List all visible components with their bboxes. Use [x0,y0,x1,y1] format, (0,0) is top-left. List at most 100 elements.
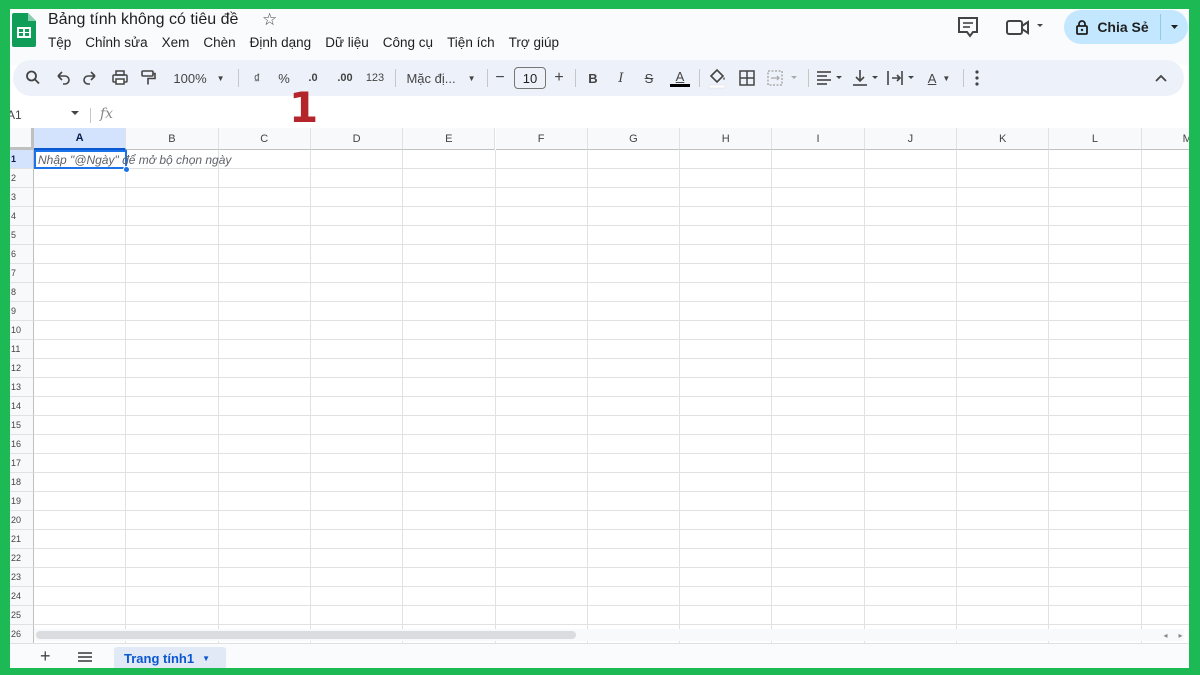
row-header-19[interactable]: 19 [10,492,34,511]
text-wrapping-icon[interactable] [885,60,917,96]
horizontal-align-icon[interactable] [815,60,845,96]
row-header-17[interactable]: 17 [10,454,34,473]
row-header-6[interactable]: 6 [10,245,34,264]
scroll-left-icon[interactable]: ◂ [1163,631,1167,640]
row-header-16[interactable]: 16 [10,435,34,454]
star-icon[interactable]: ☆ [262,10,277,30]
vertical-align-icon[interactable] [851,60,881,96]
row-header-13[interactable]: 13 [10,378,34,397]
menu-file[interactable]: Tệp [48,35,78,50]
column-header-g[interactable]: G [587,128,681,150]
menu-view[interactable]: Xem [162,35,197,50]
collapse-toolbar-icon[interactable] [1153,60,1169,96]
text-color-button[interactable]: A [669,60,691,96]
all-sheets-menu-icon[interactable] [77,651,93,663]
sheet-tab[interactable]: Trang tính1 ▼ [114,647,226,668]
comment-history-icon[interactable] [954,15,982,39]
undo-icon[interactable] [55,60,71,96]
column-header-a[interactable]: A [34,128,127,150]
row-header-12[interactable]: 12 [10,359,34,378]
column-header-f[interactable]: F [495,128,588,150]
scroll-arrows[interactable]: ◂ ▸ [1158,629,1188,641]
redo-icon[interactable] [82,60,98,96]
font-size-input[interactable]: 10 [514,67,546,89]
italic-button[interactable]: I [613,60,629,96]
column-header-e[interactable]: E [403,128,496,150]
column-header-i[interactable]: I [772,128,865,150]
row-header-5[interactable]: 5 [10,226,34,245]
column-header-m[interactable]: M [1141,128,1189,150]
row-header-9[interactable]: 9 [10,302,34,321]
lock-icon [1076,20,1089,35]
row-header-2[interactable]: 2 [10,169,34,188]
bold-button[interactable]: B [585,60,601,96]
search-menus-icon[interactable] [25,60,41,96]
paint-format-icon[interactable] [140,60,156,96]
zoom-select[interactable]: 100% ▼ [168,60,230,96]
menu-tools[interactable]: Công cụ [383,35,440,50]
toolbar-divider [238,69,239,87]
fill-handle[interactable] [123,166,130,173]
chevron-down-icon[interactable]: ▼ [202,654,210,663]
merge-cells-icon[interactable] [766,60,802,96]
row-header-14[interactable]: 14 [10,397,34,416]
row-header-8[interactable]: 8 [10,283,34,302]
more-formats-button[interactable]: 123 [363,60,387,96]
select-all-corner[interactable] [10,128,34,150]
name-box[interactable]: A1 [10,108,22,122]
spreadsheet-grid[interactable]: A B C D E F G H I J K L M 1 2 3 4 5 6 7 8 9 10 11 12 13 14 15 16 17 18… [10,128,1189,648]
meet-icon[interactable] [1004,15,1048,39]
menu-edit[interactable]: Chỉnh sửa [85,35,154,50]
chevron-down-icon[interactable] [70,106,80,120]
date-picker-hint: Nhập "@Ngày" để mở bộ chọn ngày [38,153,232,167]
menu-help[interactable]: Trợ giúp [509,35,566,50]
menu-insert[interactable]: Chèn [203,35,242,50]
row-header-4[interactable]: 4 [10,207,34,226]
currency-format-button[interactable]: ₫ [249,60,265,96]
row-header-24[interactable]: 24 [10,587,34,606]
grid-row-line [34,624,1189,625]
row-header-26[interactable]: 26 [10,625,34,644]
row-header-7[interactable]: 7 [10,264,34,283]
menu-format[interactable]: Định dạng [250,35,319,50]
decrease-font-size-button[interactable]: − [493,60,507,96]
horizontal-scrollbar[interactable] [34,629,1184,641]
share-button[interactable]: Chia Sẻ [1064,10,1160,44]
row-header-11[interactable]: 11 [10,340,34,359]
font-family-select[interactable]: Mặc đị... ▼ [403,60,479,96]
share-dropdown-icon[interactable] [1161,10,1188,44]
column-header-h[interactable]: H [680,128,773,150]
row-header-1[interactable]: 1 [10,150,34,169]
row-header-25[interactable]: 25 [10,606,34,625]
column-header-b[interactable]: B [126,128,219,150]
column-header-d[interactable]: D [310,128,404,150]
more-options-icon[interactable] [971,60,983,96]
row-header-22[interactable]: 22 [10,549,34,568]
row-header-15[interactable]: 15 [10,416,34,435]
document-title[interactable]: Bảng tính không có tiêu đề [48,11,238,29]
sheets-logo-icon[interactable] [12,13,36,47]
toolbar-divider [575,69,576,87]
fill-color-icon[interactable] [707,60,727,96]
column-header-k[interactable]: K [957,128,1050,150]
add-sheet-icon[interactable]: + [40,646,51,667]
row-header-10[interactable]: 10 [10,321,34,340]
print-icon[interactable] [111,60,129,96]
scrollbar-thumb[interactable] [36,631,576,639]
row-header-20[interactable]: 20 [10,511,34,530]
row-header-3[interactable]: 3 [10,188,34,207]
text-rotation-button[interactable]: A ▼ [923,60,955,96]
increase-font-size-button[interactable]: + [552,60,566,96]
increase-decimal-button[interactable]: .00 [332,60,358,96]
borders-icon[interactable] [738,60,756,96]
menu-extensions[interactable]: Tiện ích [447,35,502,50]
row-header-23[interactable]: 23 [10,568,34,587]
column-header-l[interactable]: L [1049,128,1142,150]
row-header-18[interactable]: 18 [10,473,34,492]
menu-data[interactable]: Dữ liệu [325,35,376,50]
row-header-21[interactable]: 21 [10,530,34,549]
column-header-c[interactable]: C [218,128,311,150]
column-header-j[interactable]: J [864,128,957,150]
strikethrough-button[interactable]: S [641,60,657,96]
scroll-right-icon[interactable]: ▸ [1178,631,1182,640]
